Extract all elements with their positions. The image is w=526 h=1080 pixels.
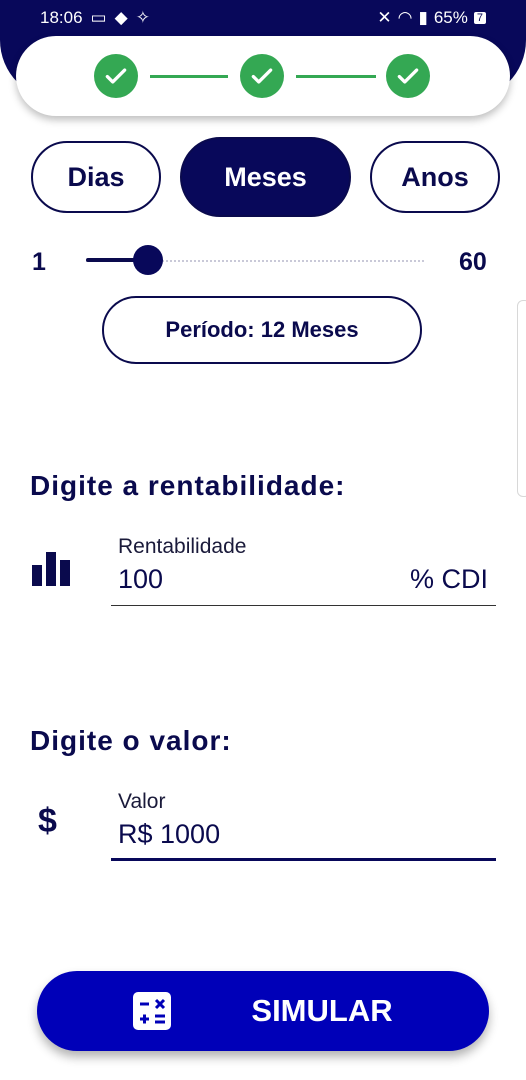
slider-max-label: 60: [459, 248, 487, 276]
amount-section-title: Digite o valor:: [30, 725, 232, 756]
progress-stepper: [16, 36, 510, 116]
period-unit-anos-button[interactable]: Anos: [370, 141, 500, 213]
battery-percentage: 65%: [433, 8, 468, 27]
bar-chart-icon: [32, 552, 70, 586]
amount-field-label: Valor: [118, 790, 166, 813]
simulate-button[interactable]: SIMULAR: [37, 971, 489, 1051]
calculator-icon: [133, 992, 172, 1030]
status-left: 18:06 ▭ ◆ ✧: [40, 8, 150, 28]
period-unit-dias-button[interactable]: Dias: [31, 141, 161, 213]
edge-panel-handle[interactable]: [517, 300, 526, 497]
simulate-button-label: SIMULAR: [251, 993, 393, 1028]
wifi-icon: ◠: [397, 8, 413, 27]
step-connector: [150, 75, 228, 78]
step-1-completed: [94, 54, 138, 98]
profitability-suffix: % CDI: [409, 564, 488, 594]
app-notification-icon: ◆: [114, 8, 128, 27]
step-2-completed: [240, 54, 284, 98]
period-slider-thumb[interactable]: [133, 245, 163, 275]
profitability-underline: [111, 605, 496, 606]
status-right: ✕ ◠ ▮ 65% 7: [377, 8, 486, 28]
dollar-icon: $: [38, 802, 57, 840]
period-unit-meses-button[interactable]: Meses: [180, 137, 351, 217]
signal-icon: ▮: [418, 8, 428, 27]
period-display[interactable]: Período: 12 Meses: [102, 296, 422, 364]
check-icon: [397, 68, 419, 84]
amount-underline: [111, 858, 496, 861]
profitability-field-label: Rentabilidade: [118, 535, 247, 558]
slider-min-label: 1: [32, 248, 46, 276]
status-time: 18:06: [40, 8, 83, 27]
check-icon: [105, 68, 127, 84]
profitability-section-title: Digite a rentabilidade:: [30, 470, 346, 501]
step-3-completed: [386, 54, 430, 98]
profitability-input[interactable]: 100: [118, 564, 163, 595]
battery-icon: 7: [473, 12, 486, 24]
amount-input[interactable]: R$ 1000: [118, 819, 220, 850]
mute-icon: ✕: [377, 8, 392, 27]
check-icon: [251, 68, 273, 84]
step-connector: [296, 75, 376, 78]
notification-icon: ▭: [90, 8, 107, 27]
settings-notification-icon: ✧: [135, 8, 150, 27]
